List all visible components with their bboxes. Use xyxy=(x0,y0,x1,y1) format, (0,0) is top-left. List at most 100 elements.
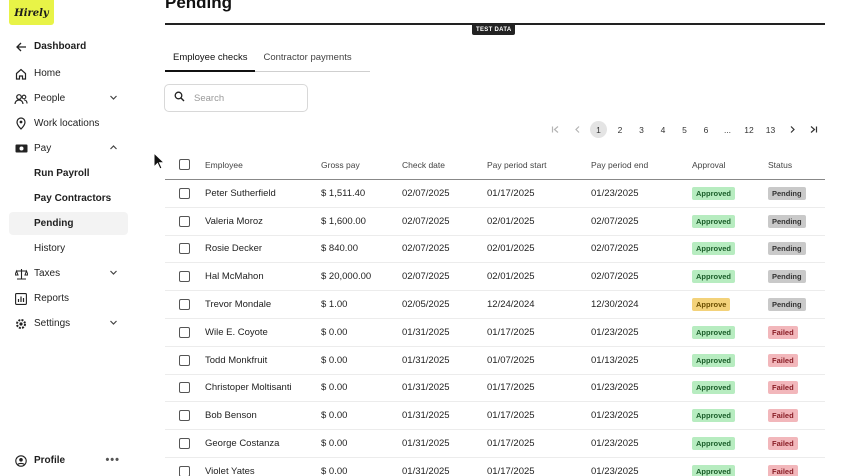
table-row[interactable]: Christoper Moltisanti $ 0.00 01/31/2025 01/… xyxy=(165,375,825,403)
pay-period-end: 01/23/2025 xyxy=(591,187,639,199)
sidebar-item-home[interactable]: Home xyxy=(9,62,128,85)
pay-period-end: 02/07/2025 xyxy=(591,215,639,227)
sidebar-item-pending[interactable]: Pending xyxy=(9,212,128,235)
table-row[interactable]: Rosie Decker $ 840.00 02/07/2025 02/01/2025… xyxy=(165,236,825,264)
status-badge: Pending xyxy=(768,270,806,284)
status-badge: Failed xyxy=(768,437,798,451)
first-page-icon[interactable] xyxy=(547,121,564,138)
check-date: 01/31/2025 xyxy=(402,382,450,394)
table-row[interactable]: Hal McMahon $ 20,000.00 02/07/2025 02/01/20… xyxy=(165,263,825,292)
row-checkbox[interactable] xyxy=(179,271,190,283)
tab-employee-checks[interactable]: Employee checks xyxy=(165,46,256,72)
table-row[interactable]: Trevor Mondale $ 1.00 02/05/2025 12/24/2024… xyxy=(165,291,825,319)
row-checkbox[interactable] xyxy=(179,299,190,311)
column-header-approval[interactable]: Approval xyxy=(692,150,726,179)
next-page-icon[interactable] xyxy=(784,121,801,138)
sidebar-item-label: History xyxy=(34,243,66,254)
row-checkbox[interactable] xyxy=(179,215,190,227)
status-badge: Pending xyxy=(768,186,806,200)
column-header-employee[interactable]: Employee xyxy=(205,150,243,179)
page-title: Pending xyxy=(165,0,233,12)
column-header-pay-period-end[interactable]: Pay period end xyxy=(591,150,648,179)
row-checkbox[interactable] xyxy=(179,382,190,394)
column-header-pay-period-start[interactable]: Pay period start xyxy=(487,150,547,179)
sidebar-item-label: Home xyxy=(34,68,61,79)
gross-pay: $ 0.00 xyxy=(321,410,348,422)
sidebar-item-pay[interactable]: Pay xyxy=(9,137,128,160)
back-to-dashboard-link[interactable]: Dashboard xyxy=(9,35,128,58)
approval-badge: Approved xyxy=(692,214,736,228)
column-header-check-date[interactable]: Check date xyxy=(402,150,445,179)
check-date: 01/31/2025 xyxy=(402,410,450,422)
last-page-icon[interactable] xyxy=(805,121,822,138)
page-button[interactable]: 2 xyxy=(612,121,629,138)
page-button[interactable]: 4 xyxy=(655,121,672,138)
row-checkbox[interactable] xyxy=(179,354,190,366)
row-checkbox[interactable] xyxy=(179,243,190,255)
column-header-status[interactable]: Status xyxy=(768,150,792,179)
table-row[interactable]: Valeria Moroz $ 1,600.00 02/07/2025 02/01/2… xyxy=(165,208,825,236)
sidebar-item-pay-contractors[interactable]: Pay Contractors xyxy=(9,187,128,210)
pay-period-end: 01/23/2025 xyxy=(591,438,639,450)
check-date: 02/05/2025 xyxy=(402,299,450,311)
chevron-down-icon[interactable] xyxy=(109,93,118,105)
approval-badge[interactable]: Approve xyxy=(692,298,731,312)
chevron-down-icon[interactable] xyxy=(109,318,118,330)
pay-period-start: 01/17/2025 xyxy=(487,382,535,394)
page-button[interactable]: 12 xyxy=(741,121,758,138)
table-row[interactable]: Violet Yates $ 0.00 01/31/2025 01/17/2025 01… xyxy=(165,458,825,476)
previous-page-icon[interactable] xyxy=(569,121,586,138)
tab-contractor-payments[interactable]: Contractor payments xyxy=(255,46,359,72)
sidebar-item-label: Run Payroll xyxy=(34,168,90,179)
sidebar-item-work-locations[interactable]: Work locations xyxy=(9,112,128,135)
search-input[interactable] xyxy=(194,92,294,104)
gross-pay: $ 0.00 xyxy=(321,382,348,394)
page-button[interactable]: 1 xyxy=(590,121,607,138)
scales-icon xyxy=(14,267,28,281)
pay-period-end: 01/23/2025 xyxy=(591,382,639,394)
user-circle-icon xyxy=(14,454,28,468)
hirely-logo[interactable]: Hirely xyxy=(9,0,54,25)
employee-name: Wile E. Coyote xyxy=(205,326,268,338)
pagination: 1 2 3 4 5 6 ... 12 13 xyxy=(543,121,823,138)
sidebar-profile[interactable]: Profile ••• xyxy=(9,449,128,472)
sidebar-item-history[interactable]: History xyxy=(9,237,128,260)
status-badge: Failed xyxy=(768,409,798,423)
row-checkbox[interactable] xyxy=(179,187,190,199)
page-button[interactable]: 6 xyxy=(698,121,715,138)
chevron-down-icon[interactable] xyxy=(109,268,118,280)
approval-badge: Approved xyxy=(692,242,736,256)
check-date: 01/31/2025 xyxy=(402,438,450,450)
row-checkbox[interactable] xyxy=(179,410,190,422)
more-horizontal-icon[interactable]: ••• xyxy=(105,454,120,466)
column-header-gross-pay[interactable]: Gross pay xyxy=(321,150,360,179)
pay-period-start: 02/01/2025 xyxy=(487,271,535,283)
sidebar-item-settings[interactable]: Settings xyxy=(9,312,128,335)
row-checkbox[interactable] xyxy=(179,438,190,450)
row-checkbox[interactable] xyxy=(179,326,190,338)
page-button[interactable]: 3 xyxy=(633,121,650,138)
table-row[interactable]: George Costanza $ 0.00 01/31/2025 01/17/202… xyxy=(165,430,825,458)
employee-name: Todd Monkfruit xyxy=(205,354,268,366)
gross-pay: $ 1,600.00 xyxy=(321,215,366,227)
page-button[interactable]: 13 xyxy=(762,121,779,138)
sidebar-item-run-payroll[interactable]: Run Payroll xyxy=(9,162,128,185)
table-row[interactable]: Peter Sutherfield $ 1,511.40 02/07/2025 01/… xyxy=(165,180,825,208)
table-row[interactable]: Bob Benson $ 0.00 01/31/2025 01/17/2025 01/2… xyxy=(165,402,825,431)
table-row[interactable]: Wile E. Coyote $ 0.00 01/31/2025 01/17/2025… xyxy=(165,319,825,347)
row-checkbox[interactable] xyxy=(179,465,190,476)
sidebar-item-people[interactable]: People xyxy=(9,87,128,110)
sidebar-item-reports[interactable]: Reports xyxy=(9,287,128,310)
sidebar-item-label: Reports xyxy=(34,293,70,304)
pay-period-start: 01/17/2025 xyxy=(487,465,535,476)
sidebar-item-label: Taxes xyxy=(34,268,61,279)
check-date: 02/07/2025 xyxy=(402,215,450,227)
sidebar-item-taxes[interactable]: Taxes xyxy=(9,262,128,285)
status-badge: Failed xyxy=(768,464,798,476)
table-row[interactable]: Todd Monkfruit $ 0.00 01/31/2025 01/07/2025… xyxy=(165,347,825,375)
select-all-checkbox[interactable] xyxy=(179,159,190,170)
gross-pay: $ 20,000.00 xyxy=(321,271,372,283)
page-button[interactable]: 5 xyxy=(676,121,693,138)
check-date: 01/31/2025 xyxy=(402,326,450,338)
chevron-up-icon[interactable] xyxy=(109,143,118,155)
